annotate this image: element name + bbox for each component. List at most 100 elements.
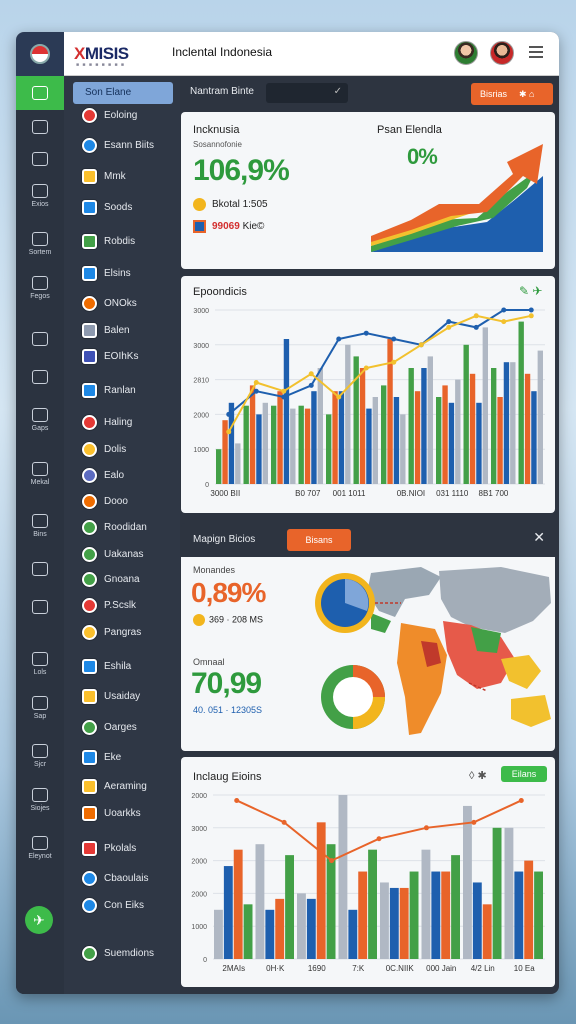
- data-point: [376, 836, 382, 842]
- x-tick-label: 031 1110: [436, 489, 469, 498]
- sidebar-item[interactable]: Con Eiks: [82, 896, 144, 914]
- share-icon: [32, 788, 48, 802]
- bar: [514, 871, 524, 959]
- sidebar-item[interactable]: Oarges: [82, 718, 137, 736]
- sidebar-item-icon: [82, 493, 97, 509]
- world-map[interactable]: [301, 563, 553, 749]
- top-bar-select[interactable]: ✓: [266, 83, 348, 103]
- sidebar-item[interactable]: Haling: [82, 413, 132, 431]
- trend-chart-icon: [371, 144, 543, 252]
- rail-item[interactable]: Eleynot: [16, 836, 64, 860]
- bar: [431, 871, 441, 959]
- sidebar-item[interactable]: Balen: [82, 321, 130, 339]
- top-bar-button[interactable]: Bisrias ✱ ⌂: [471, 83, 553, 105]
- sidebar-item[interactable]: Elsins: [82, 264, 131, 282]
- close-icon[interactable]: ✕: [533, 529, 545, 546]
- y-tick-label: 0: [205, 482, 209, 489]
- rail-item[interactable]: Exios: [16, 184, 64, 208]
- bar: [368, 849, 377, 959]
- card-subtitle: Sosannofonie: [193, 140, 242, 149]
- sidebar-item-icon: [82, 295, 97, 311]
- sidebar-item[interactable]: Uakanas: [82, 545, 143, 563]
- data-point: [391, 336, 397, 342]
- data-point: [226, 429, 232, 435]
- leaf-icon[interactable]: ✎ ✈: [519, 284, 542, 298]
- add-button[interactable]: ✈: [25, 906, 53, 934]
- logo-subtext: ■ ■ ■ ■ ■ ■ ■ ■: [76, 62, 125, 68]
- sidebar-item[interactable]: Eoloing: [82, 106, 137, 124]
- card-title: Inclaug Eioins: [193, 771, 262, 783]
- sidebar-item-icon: [82, 519, 97, 535]
- sidebar-item[interactable]: Aeraming: [82, 777, 147, 795]
- sidebar-item[interactable]: EOIhKs: [82, 347, 138, 365]
- rail-item[interactable]: Bins: [16, 514, 64, 538]
- bar: [469, 373, 476, 484]
- sidebar-item-icon: [82, 597, 97, 613]
- sidebar-item[interactable]: Eshila: [82, 657, 131, 675]
- hamburger-menu-icon[interactable]: [529, 46, 543, 58]
- sidebar-item-icon: [82, 168, 97, 184]
- rail-item[interactable]: [16, 562, 64, 579]
- rail-item[interactable]: [16, 120, 64, 137]
- rail-item[interactable]: Siojes: [16, 788, 64, 812]
- rail-item[interactable]: Mekal: [16, 462, 64, 486]
- rail-item[interactable]: Lols: [16, 652, 64, 676]
- avatar[interactable]: [454, 41, 478, 65]
- bar: [306, 898, 316, 959]
- flag-button[interactable]: [16, 32, 64, 76]
- sidebar-item[interactable]: Roodidan: [82, 518, 147, 536]
- bar: [448, 402, 455, 484]
- sidebar-item-icon: [82, 870, 97, 886]
- sidebar-item[interactable]: Usaiday: [82, 687, 140, 705]
- sidebar-item-label: Uakanas: [104, 548, 144, 560]
- data-point: [418, 342, 424, 348]
- tab-bisans[interactable]: Bisans: [287, 529, 351, 551]
- bar: [497, 397, 503, 484]
- sidebar-item[interactable]: Eke: [82, 748, 121, 766]
- bar: [359, 368, 366, 484]
- stat-row: 99069 Kie©: [193, 220, 264, 233]
- sidebar-item[interactable]: P.Scslk: [82, 596, 136, 614]
- rail-item[interactable]: Sortem: [16, 232, 64, 256]
- sidebar-item[interactable]: Pkolals: [82, 839, 136, 857]
- filter-icon[interactable]: ◊ ✱: [469, 769, 487, 782]
- rail-item[interactable]: [16, 152, 64, 169]
- rail-item[interactable]: Fegos: [16, 276, 64, 300]
- rail-item[interactable]: [16, 600, 64, 617]
- sidebar-item-icon: [82, 719, 97, 735]
- data-point: [253, 388, 259, 394]
- sidebar-item[interactable]: Pangras: [82, 623, 141, 641]
- rail-item[interactable]: Gaps: [16, 408, 64, 432]
- data-point: [501, 307, 507, 313]
- rail-item[interactable]: Sjcr: [16, 744, 64, 768]
- sidebar-item[interactable]: Cbaoulais: [82, 869, 148, 887]
- avatar[interactable]: [490, 41, 514, 65]
- bisans-button[interactable]: Eilans: [501, 766, 547, 782]
- sidebar-item[interactable]: Soods: [82, 198, 132, 216]
- rail-item[interactable]: [16, 76, 64, 110]
- sidebar-item[interactable]: Robdis: [82, 232, 135, 250]
- sidebar-item[interactable]: Dolis: [82, 440, 126, 458]
- rail-item[interactable]: Sap: [16, 696, 64, 720]
- sidebar-item-label: Mmk: [104, 170, 126, 182]
- x-tick-label: 0H·K: [266, 964, 285, 973]
- rail-item[interactable]: [16, 370, 64, 387]
- sidebar-item[interactable]: Ealo: [82, 466, 124, 484]
- sidebar-item[interactable]: Ranlan: [82, 381, 136, 399]
- rail-item[interactable]: [16, 332, 64, 349]
- summary-value: 106,9%: [193, 154, 290, 187]
- sidebar-header[interactable]: Son Elane: [73, 82, 173, 104]
- sidebar-item[interactable]: Suemdions: [82, 944, 154, 962]
- sidebar-item-icon: [82, 137, 97, 153]
- group-icon: [32, 152, 48, 166]
- sidebar-item[interactable]: Esann Biits: [82, 136, 154, 154]
- bar: [283, 339, 290, 484]
- y-tick-label: 2000: [191, 891, 207, 898]
- bar: [442, 385, 448, 484]
- sidebar-item[interactable]: ONOks: [82, 294, 137, 312]
- sidebar-item[interactable]: Dooo: [82, 492, 128, 510]
- sidebar-item[interactable]: Uoarkks: [82, 804, 141, 822]
- coin-icon: [193, 198, 206, 211]
- sidebar-item[interactable]: Gnoana: [82, 570, 140, 588]
- sidebar-item[interactable]: Mmk: [82, 167, 126, 185]
